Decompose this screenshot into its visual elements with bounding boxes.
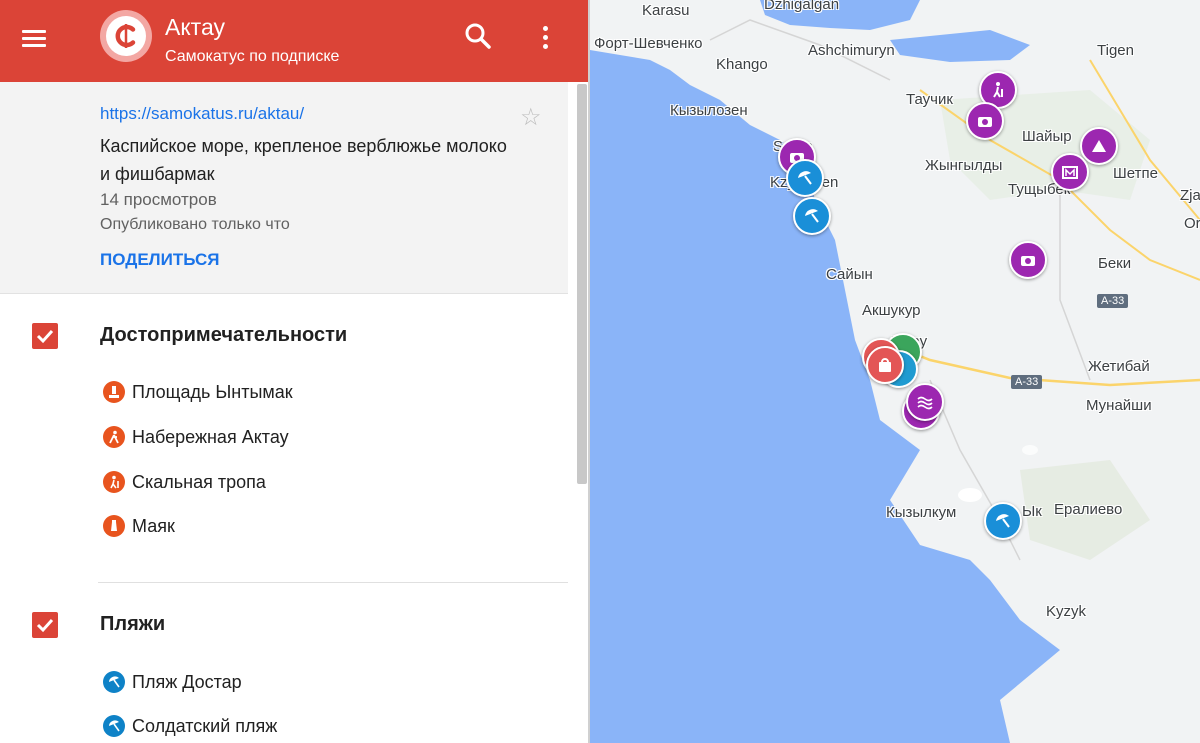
map-label: Khango — [716, 56, 768, 73]
beach-umbrella-icon — [103, 715, 125, 737]
map-label: Or — [1184, 215, 1200, 232]
layer-checkbox-sights[interactable] — [32, 323, 58, 349]
map-pin-beach[interactable] — [786, 159, 824, 197]
map-pin-museum[interactable] — [1051, 153, 1089, 191]
map-pin-camera[interactable] — [966, 102, 1004, 140]
beach-umbrella-icon — [996, 514, 1010, 528]
map-pin-mountain[interactable] — [1080, 127, 1118, 165]
list-item-label: Скальная тропа — [132, 471, 266, 492]
hiker-icon — [993, 82, 1003, 98]
map-info-card: https://samokatus.ru/aktau/ ☆ Каспийское… — [0, 82, 568, 294]
camera-icon — [978, 117, 992, 127]
share-button[interactable]: ПОДЕЛИТЬСЯ — [100, 250, 220, 270]
publish-status: Опубликовано только что — [100, 216, 290, 233]
lighthouse-icon — [103, 515, 125, 537]
map-label: Сайын — [826, 266, 873, 283]
checkmark-icon — [36, 329, 54, 344]
beach-umbrella-icon — [798, 171, 812, 185]
page-subtitle: Самокатус по подписке — [165, 48, 340, 65]
map-pin-beach[interactable] — [984, 502, 1022, 540]
hiker-icon — [103, 471, 125, 493]
map-pin-camera[interactable] — [1009, 241, 1047, 279]
page-title: Актау — [165, 14, 225, 40]
section-divider — [98, 582, 568, 583]
walker-icon — [103, 426, 125, 448]
list-item[interactable]: Маяк — [100, 513, 175, 539]
mountain-icon — [1092, 140, 1106, 152]
map-label: Беки — [1098, 255, 1132, 272]
list-item[interactable]: Солдатский пляж — [100, 713, 277, 739]
map-pin-beach[interactable] — [793, 197, 831, 235]
map-label: Kyzyk — [1046, 603, 1087, 620]
app-logo — [100, 10, 152, 62]
more-vert-icon[interactable] — [532, 20, 560, 54]
waves-icon — [917, 396, 933, 410]
search-icon[interactable] — [462, 20, 494, 52]
map-label: Ералиево — [1054, 501, 1123, 518]
museum-icon — [1062, 166, 1078, 179]
list-item[interactable]: Скальная тропа — [100, 469, 266, 495]
layer-title-sights: Достопримечательности — [100, 324, 348, 346]
map-label: Форт-Шевченко — [594, 35, 703, 52]
map-pin-shopping[interactable] — [866, 346, 904, 384]
layer-checkbox-beaches[interactable] — [32, 612, 58, 638]
map-label: Шетпе — [1113, 165, 1158, 182]
list-item[interactable]: Пляж Достар — [100, 669, 242, 695]
map-label: Шайыр — [1022, 128, 1072, 145]
list-item-label: Площадь Ынтымак — [132, 381, 293, 402]
map-label: Мунайши — [1086, 397, 1152, 414]
map-url-link[interactable]: https://samokatus.ru/aktau/ — [100, 104, 304, 124]
view-count: 14 просмотров — [100, 190, 217, 209]
side-panel: Актау Самокатус по подписке https://samo… — [0, 0, 590, 743]
map-label: Жынгылды — [925, 157, 1003, 174]
list-item[interactable]: Площадь Ынтымак — [100, 379, 293, 405]
map-label: Таучик — [906, 91, 953, 108]
beach-umbrella-icon — [805, 209, 819, 223]
layer-title-beaches: Пляжи — [100, 613, 166, 635]
map-label: Dzhigalgan — [764, 0, 840, 13]
map-label: Zja — [1180, 187, 1200, 204]
checkmark-icon — [36, 618, 54, 633]
list-item-label: Маяк — [132, 515, 175, 536]
map-label: Ashchimuryn — [808, 42, 895, 59]
star-icon[interactable]: ☆ — [520, 106, 542, 130]
map-label: Акшукур — [862, 302, 921, 319]
map-label: Tigen — [1097, 42, 1134, 59]
app-header: Актау Самокатус по подписке — [0, 0, 590, 82]
beach-umbrella-icon — [103, 671, 125, 693]
map-label: Кызылкум — [886, 504, 957, 521]
camera-icon — [1021, 256, 1035, 266]
road-shield: A-33 — [1011, 375, 1043, 389]
road-shield: A-33 — [1097, 294, 1129, 308]
hamburger-menu-icon[interactable] — [18, 24, 50, 54]
map-label: Жетибай — [1088, 358, 1150, 375]
map-description: Каспийское море, крепленое верблюжье мол… — [100, 136, 507, 184]
map-view[interactable]: Karasu Dzhigalgan Форт-Шевченко Ashchimu… — [590, 0, 1200, 743]
map-label: Кызылозен — [670, 102, 748, 119]
list-item-label: Набережная Актау — [132, 426, 289, 447]
monument-icon — [103, 381, 125, 403]
map-label: Ык — [1022, 503, 1042, 520]
panel-scrollbar[interactable] — [577, 84, 587, 484]
list-item[interactable]: Набережная Актау — [100, 424, 289, 450]
shopping-bag-icon — [879, 358, 891, 372]
map-label: Karasu — [642, 2, 690, 19]
list-item-label: Пляж Достар — [132, 671, 242, 692]
map-pin-sea[interactable] — [906, 383, 944, 421]
list-item-label: Солдатский пляж — [132, 715, 278, 736]
